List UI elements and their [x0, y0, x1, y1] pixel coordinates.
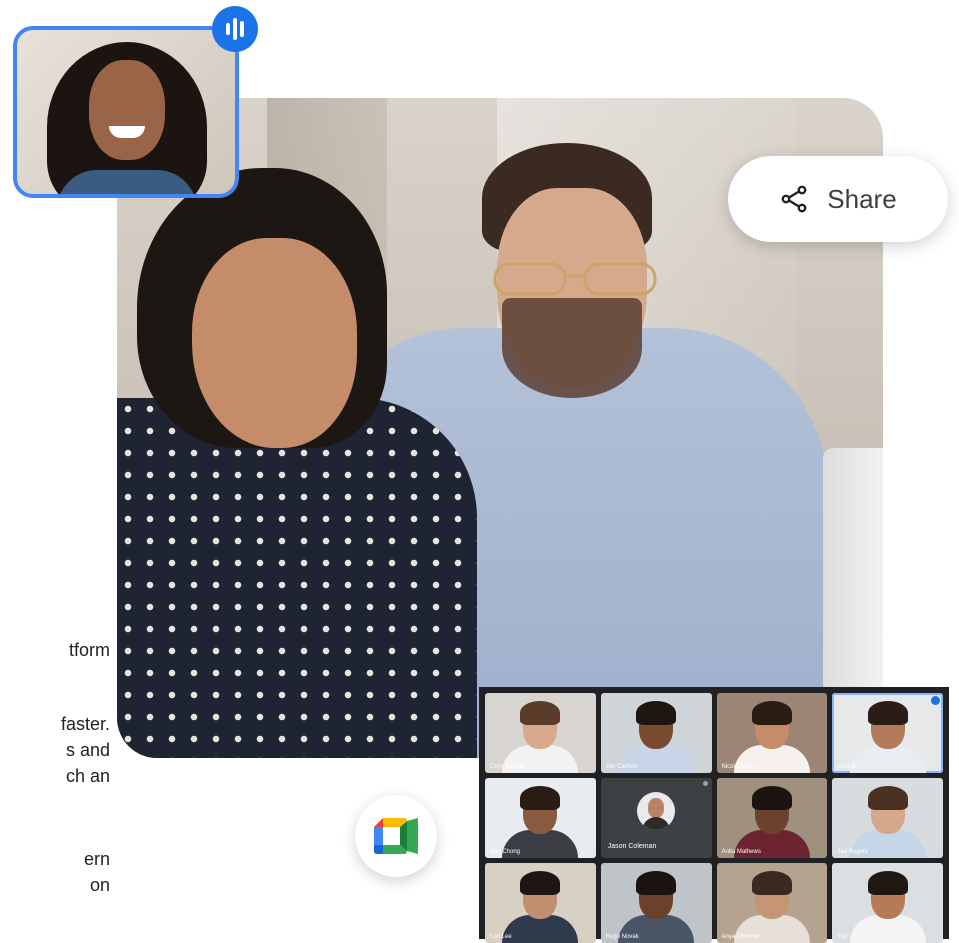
audio-bar [240, 21, 244, 37]
feature-text-line: faster. [60, 714, 110, 734]
google-meet-icon [374, 818, 418, 854]
feature-text-line: ch an [65, 766, 110, 786]
participant-hair [751, 701, 792, 725]
participant-hair [751, 786, 792, 810]
participant-tile[interactable]: You [832, 863, 943, 943]
participant-name: Nicole Jones [721, 764, 756, 770]
participant-name: Jo Hall [837, 764, 856, 770]
participant-tile[interactable]: Lori Lee [485, 863, 596, 943]
feature-text-line: tform [68, 640, 110, 660]
participant-hair [520, 701, 561, 725]
participant-name: Anita Mathews [721, 849, 761, 855]
participant-name: Chris Garcia [490, 764, 524, 770]
participant-name: You [837, 934, 848, 940]
woman-polka-dot-shirt [117, 398, 477, 758]
participant-hair [636, 871, 677, 895]
participant-tile[interactable]: Nicole Jones [716, 693, 828, 773]
participant-name: Joe Carlson [605, 764, 638, 770]
feature-text-line: s and [65, 740, 110, 760]
participant-tile[interactable]: Anya Chesher [716, 863, 828, 943]
participant-tile[interactable]: Joe Carlson [600, 693, 712, 773]
feature-text-1: tform [0, 637, 110, 663]
audio-bars-icon [212, 6, 258, 52]
avatar-face [89, 60, 165, 160]
participant-name: Anya Chesher [721, 934, 760, 940]
google-meet-logo [355, 795, 437, 877]
participant-tile[interactable]: Anita Mathews [716, 778, 828, 858]
speaking-indicator-icon [931, 696, 940, 705]
share-button[interactable]: Share [728, 156, 948, 242]
participant-name: Jason Coleman [607, 843, 657, 850]
audio-bar [226, 23, 230, 35]
participant-hair [520, 786, 561, 810]
participant-hair [867, 786, 908, 810]
participant-avatar [637, 792, 676, 830]
avatar-shirt [642, 817, 671, 830]
participant-hair [867, 701, 908, 725]
speaker-avatar-tile[interactable] [13, 26, 239, 198]
participant-shirt [849, 745, 926, 773]
participant-tile[interactable]: Jason Coleman [600, 778, 712, 858]
avatar-shirt [57, 170, 197, 194]
participant-hair [520, 871, 561, 895]
feature-text-line: ern [83, 849, 110, 869]
audio-bar [233, 18, 237, 40]
participant-name: Ann Chong [490, 849, 521, 855]
share-label: Share [827, 183, 897, 214]
participant-tile[interactable]: Ann Chong [485, 778, 596, 858]
participant-tile[interactable]: Chris Garcia [485, 693, 596, 773]
more-icon[interactable] [702, 781, 708, 786]
participant-name: Lori Lee [490, 934, 512, 940]
feature-text-line: on [89, 875, 110, 895]
woman-face [192, 238, 357, 448]
man-beard [502, 298, 642, 398]
participant-hair [751, 871, 792, 895]
feature-text-2: faster. s and ch an [0, 711, 110, 789]
participant-tile[interactable]: Hugo Novak [600, 863, 712, 943]
feature-text-3: ern on [0, 846, 110, 898]
participant-grid: Chris Garcia Joe Carlson Nicole Jones Jo Ha… [479, 687, 949, 943]
participant-tile[interactable]: Jad Rogers [832, 778, 943, 858]
participant-hair [867, 871, 908, 895]
share-icon [781, 185, 807, 213]
participant-name: Hugo Novak [605, 934, 639, 940]
participant-tile[interactable]: Jo Hall [832, 693, 943, 773]
avatar-face [648, 798, 665, 818]
participant-name: Jad Rogers [837, 849, 868, 855]
participant-hair [636, 701, 677, 725]
glasses-shape [493, 262, 657, 296]
